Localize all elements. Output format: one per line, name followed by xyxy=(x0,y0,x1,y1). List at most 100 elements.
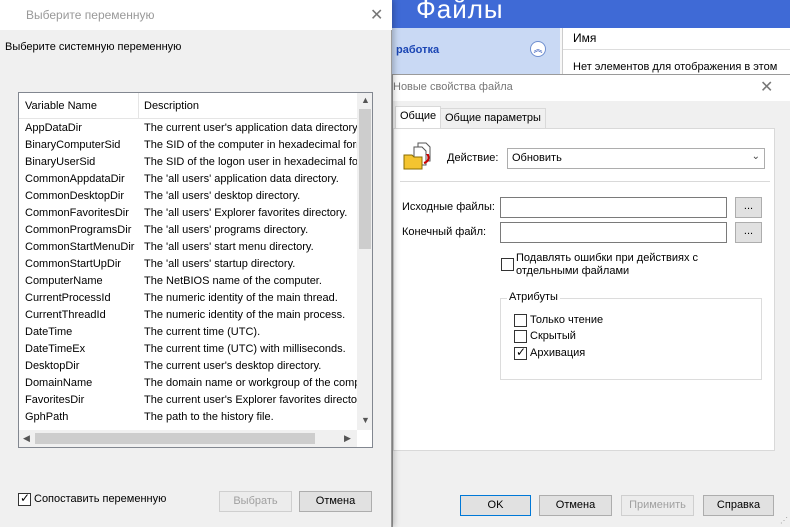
suppress-errors-label-line1: Подавлять ошибки при действиях с xyxy=(516,252,699,264)
list-item[interactable]: CommonStartUpDir The 'all users' startup … xyxy=(19,256,357,273)
list-rows: AppDataDir The current user's application… xyxy=(19,120,357,430)
variable-description-cell: The 'all users' Explorer favorites direc… xyxy=(144,207,348,219)
list-item[interactable]: CommonFavoritesDir The 'all users' Explor… xyxy=(19,205,357,222)
checkmark-icon: ✓ xyxy=(20,491,31,505)
variable-description-cell: The NetBIOS name of the computer. xyxy=(144,275,322,287)
resize-grip-icon[interactable]: ⋰ xyxy=(780,516,788,525)
variable-description-cell: The 'all users' desktop directory. xyxy=(144,190,301,202)
app-header: Файлы xyxy=(380,0,790,28)
scroll-left-icon[interactable]: ◀ xyxy=(23,433,30,444)
list-item[interactable]: DateTimeEx The current time (UTC) with mi… xyxy=(19,341,357,358)
list-item[interactable]: CommonProgramsDir The 'all users' program… xyxy=(19,222,357,239)
column-header-description[interactable]: Description xyxy=(144,100,199,112)
list-item[interactable]: CommonStartMenuDir The 'all users' start … xyxy=(19,239,357,256)
hidden-checkbox[interactable] xyxy=(514,330,527,343)
variable-description-cell: The 'all users' programs directory. xyxy=(144,224,309,236)
general-tab-panel: Действие: Обновить ⌄ Исходные файлы: ...… xyxy=(393,128,775,451)
variable-name-cell: DateTimeEx xyxy=(25,343,86,355)
target-file-label: Конечный файл: xyxy=(402,226,487,238)
column-separator[interactable] xyxy=(138,93,139,119)
variable-list[interactable]: Variable Name Description AppDataDir The … xyxy=(18,92,373,448)
close-icon[interactable]: ✕ xyxy=(370,5,383,25)
match-variable-label: Сопоставить переменную xyxy=(34,493,167,505)
variable-name-cell: DateTime xyxy=(25,326,73,338)
horizontal-scrollbar[interactable]: ◀ ▶ xyxy=(19,430,357,447)
variable-name-cell: ComputerName xyxy=(25,275,103,287)
nav-item-label[interactable]: работка xyxy=(396,44,439,56)
cancel-button[interactable]: Отмена xyxy=(299,491,372,512)
attributes-group: Атрибуты Только чтение Скрытый ✓ Архивац… xyxy=(500,291,762,380)
list-item[interactable]: FavoritesDir The current user's Explorer … xyxy=(19,392,357,409)
list-header: Variable Name Description xyxy=(19,93,357,119)
browse-source-button[interactable]: ... xyxy=(735,197,762,218)
scroll-down-icon[interactable]: ▼ xyxy=(361,415,370,425)
scroll-up-icon[interactable]: ▲ xyxy=(361,95,370,105)
cancel-button[interactable]: Отмена xyxy=(539,495,612,516)
variable-name-cell: BinaryUserSid xyxy=(25,156,96,168)
variable-name-cell: FavoritesDir xyxy=(25,394,85,406)
close-icon[interactable]: ✕ xyxy=(760,77,773,97)
apply-button[interactable]: Применить xyxy=(621,495,694,516)
action-select[interactable]: Обновить ⌄ xyxy=(507,148,765,169)
list-item[interactable]: BinaryUserSid The SID of the logon user i… xyxy=(19,154,357,171)
variable-name-cell: DomainName xyxy=(25,377,93,389)
vertical-scroll-thumb[interactable] xyxy=(359,109,371,249)
list-item[interactable]: AppDataDir The current user's application… xyxy=(19,120,357,137)
list-item[interactable]: CommonDesktopDir The 'all users' desktop … xyxy=(19,188,357,205)
variable-description-cell: The SID of the logon user in hexadecimal… xyxy=(144,156,357,168)
variable-name-cell: CommonFavoritesDir xyxy=(25,207,129,219)
collapse-icon[interactable]: ︽ xyxy=(530,41,546,57)
variable-description-cell: The path to the history file. xyxy=(144,411,274,423)
readonly-checkbox[interactable] xyxy=(514,314,527,327)
action-label: Действие: xyxy=(447,152,499,164)
ok-button[interactable]: OK xyxy=(460,495,531,516)
browse-target-button[interactable]: ... xyxy=(735,222,762,243)
source-files-label: Исходные файлы: xyxy=(402,201,495,213)
variable-description-cell: The current user's application data dire… xyxy=(144,122,357,134)
properties-dialog-title: Новые свойства файла xyxy=(393,81,513,93)
match-variable-checkbox[interactable]: ✓ xyxy=(18,491,31,506)
variable-description-cell: The current user's Explorer favorites di… xyxy=(144,394,357,406)
list-item[interactable]: DomainName The domain name or workgroup o… xyxy=(19,375,357,392)
variable-description-cell: The SID of the computer in hexadecimal f… xyxy=(144,139,357,151)
list-item[interactable]: ComputerName The NetBIOS name of the comp… xyxy=(19,273,357,290)
suppress-errors-checkbox[interactable] xyxy=(501,258,514,271)
variable-description-cell: The current time (UTC). xyxy=(144,326,261,338)
attributes-group-title: Атрибуты xyxy=(507,291,560,303)
hidden-label: Скрытый xyxy=(530,330,576,342)
tab-common-options[interactable]: Общие параметры xyxy=(440,108,546,128)
target-file-input[interactable] xyxy=(500,222,727,243)
variable-name-cell: CurrentProcessId xyxy=(25,292,111,304)
variable-dialog-title: Выберите переменную xyxy=(26,8,155,22)
empty-list-text: Нет элементов для отображения в этом xyxy=(573,61,778,73)
divider xyxy=(400,181,770,182)
readonly-label: Только чтение xyxy=(530,314,604,326)
select-button[interactable]: Выбрать xyxy=(219,491,292,512)
archive-checkbox[interactable]: ✓ xyxy=(514,345,527,360)
tab-general[interactable]: Общие xyxy=(395,106,442,128)
variable-name-cell: BinaryComputerSid xyxy=(25,139,121,151)
variable-name-cell: DesktopDir xyxy=(25,360,80,372)
scroll-right-icon[interactable]: ▶ xyxy=(344,433,351,444)
help-button[interactable]: Справка xyxy=(703,495,774,516)
list-item[interactable]: DateTime The current time (UTC). xyxy=(19,324,357,341)
list-item[interactable]: CurrentThreadId The numeric identity of t… xyxy=(19,307,357,324)
list-item[interactable]: DesktopDir The current user's desktop dir… xyxy=(19,358,357,375)
variable-description-cell: The domain name or workgroup of the comp… xyxy=(144,377,357,389)
column-header-variable-name[interactable]: Variable Name xyxy=(25,100,97,112)
list-item[interactable]: BinaryComputerSid The SID of the computer… xyxy=(19,137,357,154)
list-item[interactable]: CommonAppdataDir The 'all users' applicat… xyxy=(19,171,357,188)
variable-description-cell: The 'all users' startup directory. xyxy=(144,258,296,270)
vertical-scrollbar[interactable]: ▲ ▼ xyxy=(357,93,372,430)
app-title: Файлы xyxy=(416,0,504,24)
list-item[interactable]: CurrentProcessId The numeric identity of … xyxy=(19,290,357,307)
variable-titlebar: Выберите переменную ✕ xyxy=(0,0,392,30)
horizontal-scroll-thumb[interactable] xyxy=(35,433,315,444)
variable-name-cell: CommonProgramsDir xyxy=(25,224,132,236)
action-select-value: Обновить xyxy=(512,152,562,164)
list-item[interactable]: GphPath The path to the history file. xyxy=(19,409,357,426)
file-properties-icon xyxy=(403,142,431,170)
variable-name-cell: CurrentThreadId xyxy=(25,309,106,321)
source-files-input[interactable] xyxy=(500,197,727,218)
column-header-name[interactable]: Имя xyxy=(563,28,790,50)
